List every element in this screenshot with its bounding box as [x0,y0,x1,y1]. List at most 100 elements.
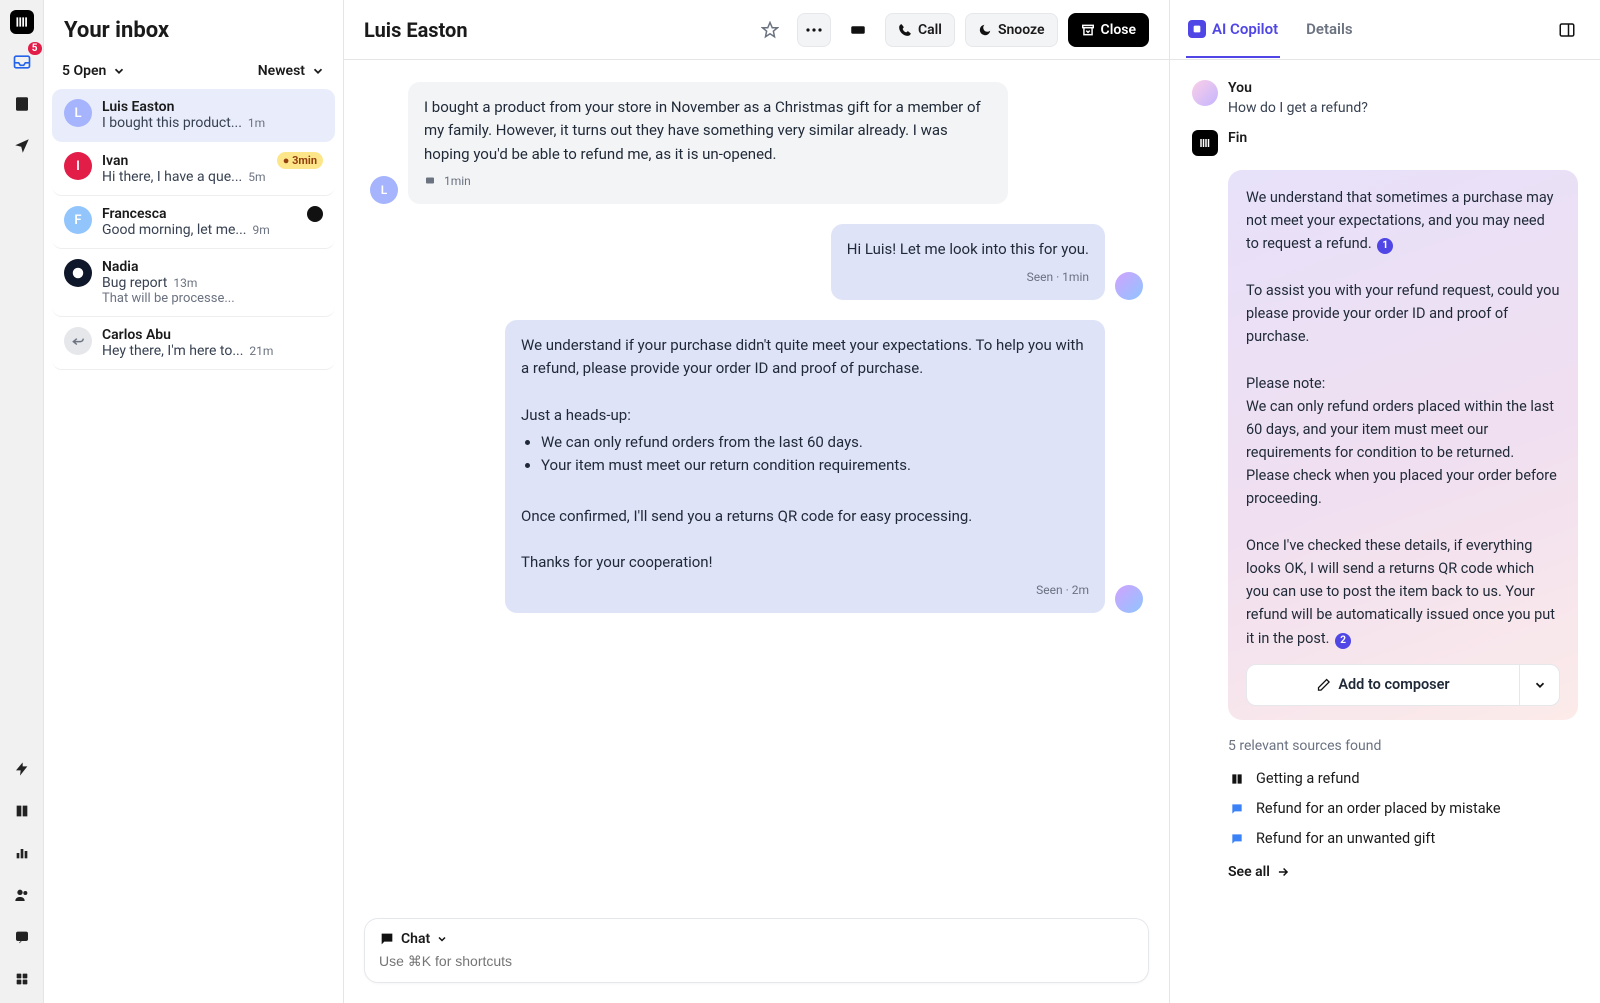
fin-p3b: We can only refund orders placed within … [1246,395,1560,511]
chat-icon [1228,830,1246,848]
nav-inbox-badge: 5 [28,42,42,55]
messages-area: LI bought a product from your store in N… [344,60,1169,904]
conversation-preview: Bug report [102,275,167,291]
composer[interactable]: Chat [364,918,1149,983]
see-all-label: See all [1228,864,1270,880]
source-item[interactable]: Refund for an unwanted gift [1228,824,1578,854]
composer-mode-button[interactable]: Chat [379,931,1134,947]
archive-icon [1081,23,1095,37]
assignee-avatar [307,206,323,222]
message-meta: Seen · 2m [521,581,1089,600]
conversation-item[interactable]: NadiaBug report 13mThat will be processe.… [52,249,335,317]
source-item[interactable]: Getting a refund [1228,764,1578,794]
tab-ai-copilot[interactable]: AI Copilot [1186,2,1280,58]
conversation-list: LLuis EastonI bought this product...1mII… [44,89,343,1003]
chat-icon [379,931,395,947]
conversation-preview: I bought this product... [102,115,242,131]
nav-automation-icon[interactable] [8,755,36,783]
source-label: Refund for an unwanted gift [1256,830,1435,847]
conversation-time: 1m [248,116,265,130]
tab-details-label: Details [1306,20,1352,38]
source-label: Getting a refund [1256,770,1360,787]
sla-chip: ● 3min [277,152,323,169]
compose-icon [1316,677,1331,692]
tab-ai-copilot-label: AI Copilot [1212,20,1278,38]
conversation-avatar: L [64,99,92,127]
user-avatar [1192,80,1218,106]
chevron-down-icon [311,64,325,78]
app-logo[interactable] [10,10,34,34]
star-button[interactable] [753,13,787,47]
composer-input[interactable] [379,953,1134,969]
copilot-fin-name: Fin [1228,130,1247,146]
chevron-down-icon [112,64,126,78]
copilot-user-block: You How do I get a refund? [1192,80,1578,116]
conversation-header: Luis Easton Call Snooze Close [344,0,1169,60]
citation-1[interactable]: 1 [1377,238,1393,254]
fin-p3a: Please note: [1246,372,1560,395]
conversation-item[interactable]: L Luis EastonI bought this product... 1m [52,89,335,142]
panel-layout-button[interactable] [1550,13,1584,47]
conversation-name: Luis Easton [102,99,323,115]
nav-apps-icon[interactable] [8,965,36,993]
tab-details[interactable]: Details [1304,2,1354,58]
call-label: Call [918,22,942,38]
conversation-subtext: That will be processe... [102,291,323,306]
arrow-right-icon [1276,865,1290,879]
source-item[interactable]: Refund for an order placed by mistake [1228,794,1578,824]
right-panel-body: You How do I get a refund? Fin We unders… [1170,60,1600,1003]
copilot-user-name: You [1228,80,1368,96]
nav-inbox[interactable]: 5 [8,48,36,76]
more-button[interactable] [797,13,831,47]
message-bubble: Hi Luis! Let me look into this for you.S… [831,224,1105,300]
inbox-sort-button[interactable]: Newest [258,63,325,79]
copilot-fin-block: Fin [1192,130,1578,156]
inbox-title: Your inbox [64,18,323,43]
nav-send[interactable] [8,132,36,160]
fin-p4: Once I've checked these details, if ever… [1246,537,1555,647]
right-panel: AI Copilot Details You How do I get a re… [1170,0,1600,1003]
snooze-button[interactable]: Snooze [965,13,1058,47]
sources-heading: 5 relevant sources found [1228,738,1578,754]
customer-avatar: L [370,176,398,204]
message-bubble: We understand if your purchase didn't qu… [505,320,1105,613]
conversation-name: Ivan [102,153,271,169]
inbox-filter-label: 5 Open [62,63,106,79]
conversation-avatar: F [64,206,92,234]
ticket-button[interactable] [841,13,875,47]
agent-avatar [1115,585,1143,613]
add-to-composer-dropdown[interactable] [1519,665,1559,705]
nav-book[interactable] [8,90,36,118]
ai-icon [1188,20,1206,38]
citation-2[interactable]: 2 [1335,633,1351,649]
message-row: We understand if your purchase didn't qu… [370,320,1143,613]
chevron-down-icon [436,933,448,945]
conversation-avatar [64,327,92,355]
conversation-avatar [64,259,92,287]
nav-articles-icon[interactable] [8,797,36,825]
close-button[interactable]: Close [1068,13,1149,47]
add-to-composer-button[interactable]: Add to composer [1247,665,1519,705]
conversation-item[interactable]: Carlos AbuHey there, I'm here to...21m [52,317,335,370]
book-icon [1228,770,1246,788]
nav-messenger-icon[interactable] [8,923,36,951]
nav-people-icon[interactable] [8,881,36,909]
composer-mode-label: Chat [401,931,430,947]
conversation-time: 9m [253,223,270,237]
conversation-item[interactable]: FFrancescaGood morning, let me...9m [52,196,335,249]
conversation-preview: Hi there, I have a que... [102,169,242,185]
conversation-title: Luis Easton [364,18,743,42]
conversation-preview: Good morning, let me... [102,222,247,238]
inbox-panel: Your inbox 5 Open Newest L Luis EastonI b… [44,0,344,1003]
add-to-composer-label: Add to composer [1338,673,1449,696]
inbox-sort-label: Newest [258,63,305,79]
nav-reports-icon[interactable] [8,839,36,867]
see-all-link[interactable]: See all [1228,864,1290,880]
conversation-name: Nadia [102,259,323,275]
call-button[interactable]: Call [885,13,955,47]
conversation-item[interactable]: IIvan● 3minHi there, I have a que...5m [52,142,335,196]
source-label: Refund for an order placed by mistake [1256,800,1501,817]
conversation-time: 21m [249,344,273,358]
conversation-time: 13m [173,276,197,290]
inbox-filter-button[interactable]: 5 Open [62,63,126,79]
